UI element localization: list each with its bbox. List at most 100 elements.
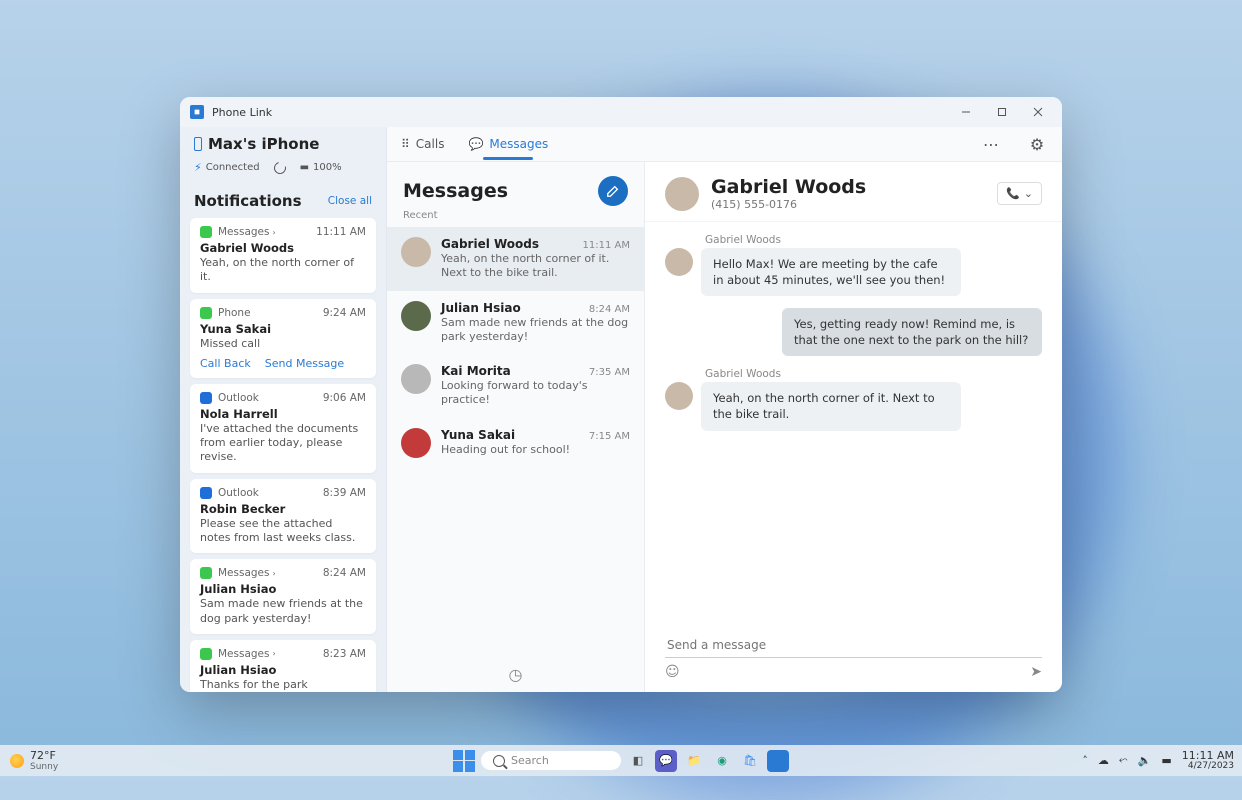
sun-icon: [10, 754, 24, 768]
contact-avatar: [665, 177, 699, 211]
conversation-item[interactable]: Gabriel Woods 11:11 AM Yeah, on the nort…: [387, 227, 644, 291]
phone-icon: 📞: [1006, 187, 1020, 200]
device-name: Max's iPhone: [208, 135, 319, 153]
notification-body: Missed call: [200, 337, 366, 351]
widgets-button[interactable]: 💬: [655, 750, 677, 772]
history-button[interactable]: ◷: [387, 657, 644, 692]
conversation-name: Yuna Sakai: [441, 428, 515, 442]
conversation-time: 7:35 AM: [589, 367, 630, 378]
messages-list-panel: Messages Recent Gabriel Woods 11:11 AM Y…: [387, 162, 645, 692]
conversation-name: Julian Hsiao: [441, 301, 521, 315]
notification-card[interactable]: Messages › 8:23 AM Julian Hsiao Thanks f…: [190, 640, 376, 692]
message-sender: Gabriel Woods: [705, 368, 1042, 380]
tab-messages[interactable]: 💬 Messages: [466, 129, 550, 159]
notification-title: Nola Harrell: [200, 407, 366, 421]
clock-widget[interactable]: 11:11 AM 4/27/2023: [1182, 750, 1234, 772]
notifications-list: Messages › 11:11 AM Gabriel Woods Yeah, …: [180, 218, 386, 692]
compose-button[interactable]: [598, 176, 628, 206]
message-input[interactable]: [665, 637, 1042, 653]
tabs-bar: ⠿ Calls 💬 Messages ⋯ ⚙: [387, 127, 1062, 162]
notification-action[interactable]: Send Message: [265, 357, 344, 370]
minimize-button[interactable]: [948, 97, 984, 127]
conversation-preview: Yeah, on the north corner of it. Next to…: [441, 252, 630, 281]
start-button[interactable]: [453, 750, 475, 772]
conversation-name: Kai Morita: [441, 364, 511, 378]
tab-calls[interactable]: ⠿ Calls: [399, 129, 446, 159]
wifi-icon[interactable]: ⬿: [1119, 753, 1128, 767]
notifications-heading: Notifications: [194, 192, 302, 210]
notification-card[interactable]: Outlook 9:06 AM Nola Harrell I've attach…: [190, 384, 376, 473]
conversation-preview: Looking forward to today's practice!: [441, 379, 630, 408]
chevron-right-icon: ›: [273, 228, 276, 237]
close-button[interactable]: [1020, 97, 1056, 127]
notification-time: 9:24 AM: [323, 307, 366, 319]
phone-app-icon: [200, 307, 212, 319]
more-button[interactable]: ⋯: [978, 131, 1004, 157]
notification-body: I've attached the documents from earlier…: [200, 422, 366, 465]
dialpad-icon: ⠿: [401, 137, 410, 151]
phonelink-button[interactable]: [767, 750, 789, 772]
call-dropdown-button[interactable]: 📞 ⌄: [997, 182, 1042, 205]
message-sender: Gabriel Woods: [705, 234, 1042, 246]
battery-tray-icon[interactable]: ▬: [1161, 754, 1171, 767]
notification-card[interactable]: Phone 9:24 AM Yuna Sakai Missed call Cal…: [190, 299, 376, 378]
window-title: Phone Link: [212, 106, 272, 119]
conversation-item[interactable]: Yuna Sakai 7:15 AM Heading out for schoo…: [387, 418, 644, 468]
close-all-link[interactable]: Close all: [328, 195, 372, 207]
explorer-button[interactable]: 📁: [683, 750, 705, 772]
conversation-time: 7:15 AM: [589, 431, 630, 442]
notification-app: Outlook: [218, 392, 259, 404]
conversation-item[interactable]: Julian Hsiao 8:24 AM Sam made new friend…: [387, 291, 644, 355]
msg-app-icon: [200, 226, 212, 238]
conversation-panel: Gabriel Woods (415) 555-0176 📞 ⌄ Gabriel…: [645, 162, 1062, 692]
notification-title: Robin Becker: [200, 502, 366, 516]
notification-app: Outlook: [218, 487, 259, 499]
avatar: [401, 301, 431, 331]
message-outgoing: Yes, getting ready now! Remind me, is th…: [665, 308, 1042, 356]
notification-card[interactable]: Messages › 8:24 AM Julian Hsiao Sam made…: [190, 559, 376, 634]
weather-widget[interactable]: 72°F Sunny: [10, 749, 58, 772]
messages-heading: Messages: [403, 180, 508, 202]
refresh-button[interactable]: [274, 162, 286, 174]
notification-card[interactable]: Messages › 11:11 AM Gabriel Woods Yeah, …: [190, 218, 376, 293]
settings-button[interactable]: ⚙: [1024, 131, 1050, 157]
taskview-button[interactable]: ◧: [627, 750, 649, 772]
conversation-item[interactable]: Kai Morita 7:35 AM Looking forward to to…: [387, 354, 644, 418]
chevron-down-icon: ⌄: [1024, 187, 1033, 200]
taskbar-search[interactable]: Search: [481, 751, 621, 770]
connection-status[interactable]: ⚡Connected: [194, 161, 260, 174]
notification-body: Yeah, on the north corner of it.: [200, 256, 366, 285]
contact-phone: (415) 555-0176: [711, 198, 866, 211]
chat-icon: 💬: [468, 137, 483, 151]
bluetooth-icon: ⚡: [194, 161, 202, 174]
volume-icon[interactable]: 🔈: [1138, 754, 1152, 767]
clock-icon: ◷: [509, 665, 523, 684]
conversation-name: Gabriel Woods: [441, 237, 539, 251]
notification-title: Julian Hsiao: [200, 663, 366, 677]
avatar: [401, 364, 431, 394]
battery-icon: ▬: [300, 162, 309, 173]
phone-device-icon: [194, 137, 202, 151]
notification-body: Thanks for the park recommendation!: [200, 678, 366, 692]
onedrive-icon[interactable]: ☁: [1098, 754, 1109, 767]
conversation-preview: Sam made new friends at the dog park yes…: [441, 316, 630, 345]
notification-app: Messages: [218, 567, 270, 579]
edge-button[interactable]: ◉: [711, 750, 733, 772]
maximize-button[interactable]: [984, 97, 1020, 127]
more-icon: ⋯: [983, 135, 999, 154]
store-button[interactable]: 🛍: [739, 750, 761, 772]
emoji-button[interactable]: ☺: [665, 664, 680, 680]
notification-time: 8:39 AM: [323, 487, 366, 499]
notification-app: Messages: [218, 648, 270, 660]
notification-card[interactable]: Outlook 8:39 AM Robin Becker Please see …: [190, 479, 376, 554]
phone-link-window: Phone Link Max's iPhone ⚡Connected ▬100%: [180, 97, 1062, 692]
battery-status: ▬100%: [300, 162, 342, 173]
tray-chevron-icon[interactable]: ˄: [1082, 754, 1088, 767]
avatar: [401, 237, 431, 267]
message-bubble: Yes, getting ready now! Remind me, is th…: [782, 308, 1042, 356]
send-button[interactable]: ➤: [1030, 664, 1042, 680]
message-incoming: Gabriel Woods Hello Max! We are meeting …: [665, 234, 1042, 296]
message-incoming: Gabriel Woods Yeah, on the north corner …: [665, 368, 1042, 430]
notification-action[interactable]: Call Back: [200, 357, 251, 370]
message-bubble: Yeah, on the north corner of it. Next to…: [701, 382, 961, 430]
